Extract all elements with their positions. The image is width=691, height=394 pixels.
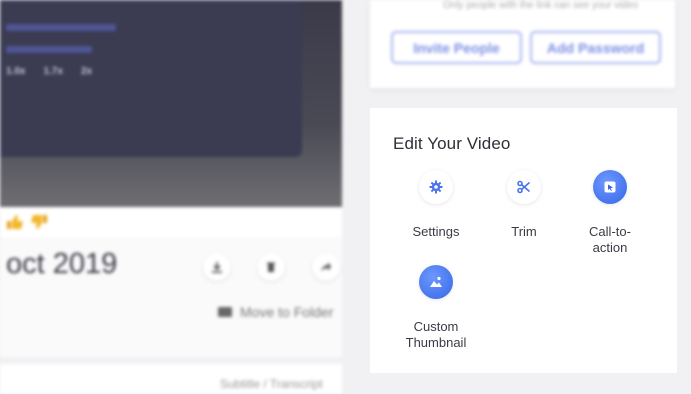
call-to-action-tool[interactable]: Call-to- action [565, 170, 655, 256]
edit-video-title: Edit Your Video [393, 134, 511, 153]
speed-option[interactable]: 2x [81, 66, 92, 77]
move-to-folder-link[interactable]: Move to Folder [218, 304, 333, 320]
video-player[interactable]: 1.0x 1.7x 2x [0, 0, 342, 207]
image-icon [430, 276, 442, 287]
trim-button[interactable] [507, 170, 541, 204]
download-icon [212, 262, 222, 273]
gear-icon [429, 180, 443, 194]
video-menu-overlay: 1.0x 1.7x 2x [0, 0, 302, 157]
share-arrow-icon [321, 262, 331, 271]
custom-thumbnail-button[interactable] [419, 265, 453, 299]
invite-people-button[interactable]: Invite People [391, 31, 522, 64]
menu-bar [6, 46, 92, 53]
speed-options: 1.0x 1.7x 2x [6, 66, 92, 77]
trash-icon [267, 262, 275, 272]
add-password-button[interactable]: Add Password [530, 31, 661, 64]
settings-label: Settings [412, 224, 460, 239]
edit-video-card: Edit Your Video Settings Trim Call-to- a… [370, 108, 677, 373]
menu-bar [6, 24, 116, 31]
share-note: Only people with the link can see your v… [443, 0, 639, 11]
video-title: oct 2019 [6, 248, 118, 280]
transcript-label: Subtitle / Transcript [220, 377, 323, 391]
settings-tool[interactable]: Settings [391, 170, 481, 240]
settings-button[interactable] [419, 170, 453, 204]
speed-option[interactable]: 1.0x [6, 66, 25, 77]
delete-button[interactable] [257, 253, 285, 281]
trim-label: Trim [511, 224, 537, 239]
folder-icon [218, 307, 232, 317]
custom-thumbnail-tool[interactable]: Custom Thumbnail [391, 265, 481, 351]
move-to-folder-label: Move to Folder [240, 304, 334, 320]
trim-tool[interactable]: Trim [479, 170, 569, 240]
cursor-click-icon [604, 181, 616, 193]
call-to-action-label: Call-to- action [589, 224, 631, 255]
call-to-action-button[interactable] [593, 170, 627, 204]
scissors-icon [517, 180, 531, 194]
download-button[interactable] [203, 253, 231, 281]
thumbs-up-icon[interactable] [6, 213, 24, 231]
rating-row [0, 207, 342, 237]
share-button[interactable] [312, 253, 340, 281]
custom-thumbnail-label: Custom Thumbnail [405, 319, 467, 350]
thumbs-down-icon[interactable] [30, 213, 48, 231]
speed-option[interactable]: 1.7x [43, 66, 62, 77]
